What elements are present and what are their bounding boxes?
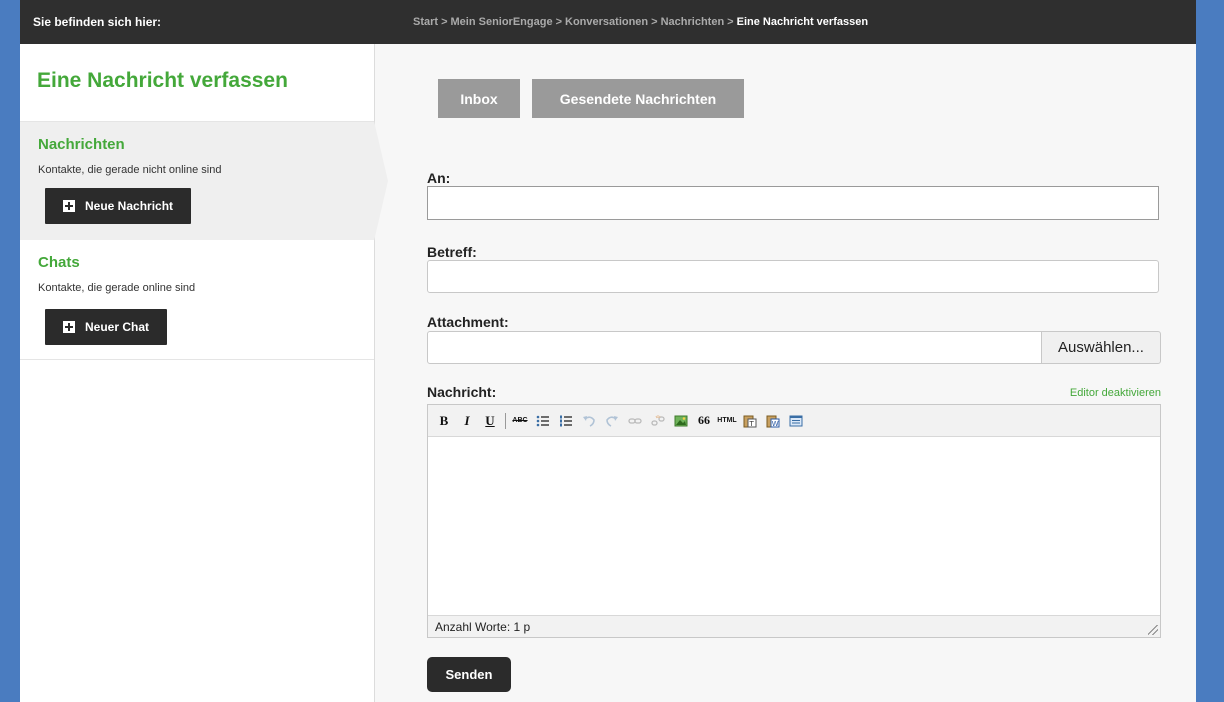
svg-text:W: W xyxy=(772,420,779,428)
section-title: Chats xyxy=(38,254,80,271)
tab-sent-messages[interactable]: Gesendete Nachrichten xyxy=(532,79,744,118)
section-title: Nachrichten xyxy=(38,136,125,153)
tab-inbox[interactable]: Inbox xyxy=(438,79,520,118)
send-button[interactable]: Senden xyxy=(427,657,511,692)
word-count: Anzahl Worte: 1 p xyxy=(435,620,531,634)
resize-handle-icon[interactable] xyxy=(1148,625,1158,635)
attachment-input[interactable] xyxy=(427,331,1047,364)
new-message-label: Neue Nachricht xyxy=(85,199,174,213)
breadcrumb-mein-seniorengage[interactable]: Mein SeniorEngage xyxy=(451,16,553,28)
breadcrumb: Start > Mein SeniorEngage > Konversationen > N… xyxy=(413,16,869,28)
bullet-list-icon[interactable] xyxy=(533,412,553,430)
location-label: Sie befinden sich hier: xyxy=(33,15,162,29)
redo-icon[interactable] xyxy=(602,412,622,430)
subject-label: Betreff: xyxy=(427,244,477,260)
undo-icon[interactable] xyxy=(579,412,599,430)
breadcrumb-start[interactable]: Start xyxy=(413,16,438,28)
editor-toolbar: B I U ABC 66 HTML T W xyxy=(428,405,1160,437)
new-chat-button[interactable]: Neuer Chat xyxy=(45,309,168,345)
italic-button[interactable]: I xyxy=(457,412,477,430)
message-label: Nachricht: xyxy=(427,384,497,400)
paste-word-icon[interactable]: W xyxy=(763,412,783,430)
breadcrumb-nachrichten[interactable]: Nachrichten xyxy=(661,16,725,28)
quote-icon[interactable]: 66 xyxy=(694,412,714,430)
maximize-icon[interactable] xyxy=(786,412,806,430)
breadcrumb-konversationen[interactable]: Konversationen xyxy=(565,16,648,28)
strikethrough-button[interactable]: ABC xyxy=(510,412,530,430)
to-input[interactable] xyxy=(427,186,1159,220)
html-source-button[interactable]: HTML xyxy=(717,412,737,430)
browse-button[interactable]: Auswählen... xyxy=(1041,331,1161,364)
attachment-label: Attachment: xyxy=(427,314,509,330)
new-chat-label: Neuer Chat xyxy=(85,320,150,334)
page-title: Eine Nachricht verfassen xyxy=(37,69,288,92)
rich-text-editor: B I U ABC 66 HTML T W Anzahl Worte: 1 p xyxy=(427,404,1161,638)
active-section-arrow xyxy=(374,121,388,241)
plus-icon xyxy=(63,200,75,212)
section-description: Kontakte, die gerade nicht online sind xyxy=(38,164,222,176)
sidebar-section-chats: Chats Kontakte, die gerade online sind N… xyxy=(20,240,374,360)
to-label: An: xyxy=(427,170,451,186)
sidebar-section-messages: Nachrichten Kontakte, die gerade nicht o… xyxy=(20,121,374,241)
top-bar: Sie befinden sich hier: Start > Mein Senio… xyxy=(20,0,1196,44)
bold-button[interactable]: B xyxy=(434,412,454,430)
new-message-button[interactable]: Neue Nachricht xyxy=(45,188,192,224)
editor-body[interactable] xyxy=(428,437,1160,615)
link-icon[interactable] xyxy=(625,412,645,430)
plus-icon xyxy=(63,321,75,333)
section-description: Kontakte, die gerade online sind xyxy=(38,282,196,294)
svg-text:T: T xyxy=(749,420,755,428)
underline-button[interactable]: U xyxy=(480,412,500,430)
disable-editor-link[interactable]: Editor deaktivieren xyxy=(1070,387,1161,399)
breadcrumb-current: Eine Nachricht verfassen xyxy=(736,16,869,28)
unlink-icon[interactable] xyxy=(648,412,668,430)
page-frame: Sie befinden sich hier: Start > Mein Senio… xyxy=(20,0,1196,702)
toolbar-separator xyxy=(505,412,506,429)
numbered-list-icon[interactable] xyxy=(556,412,576,430)
editor-status-bar: Anzahl Worte: 1 p xyxy=(428,615,1160,637)
sidebar: Eine Nachricht verfassen Nachrichten Kon… xyxy=(20,44,375,702)
subject-input[interactable] xyxy=(427,260,1159,293)
image-icon[interactable] xyxy=(671,412,691,430)
paste-text-icon[interactable]: T xyxy=(740,412,760,430)
